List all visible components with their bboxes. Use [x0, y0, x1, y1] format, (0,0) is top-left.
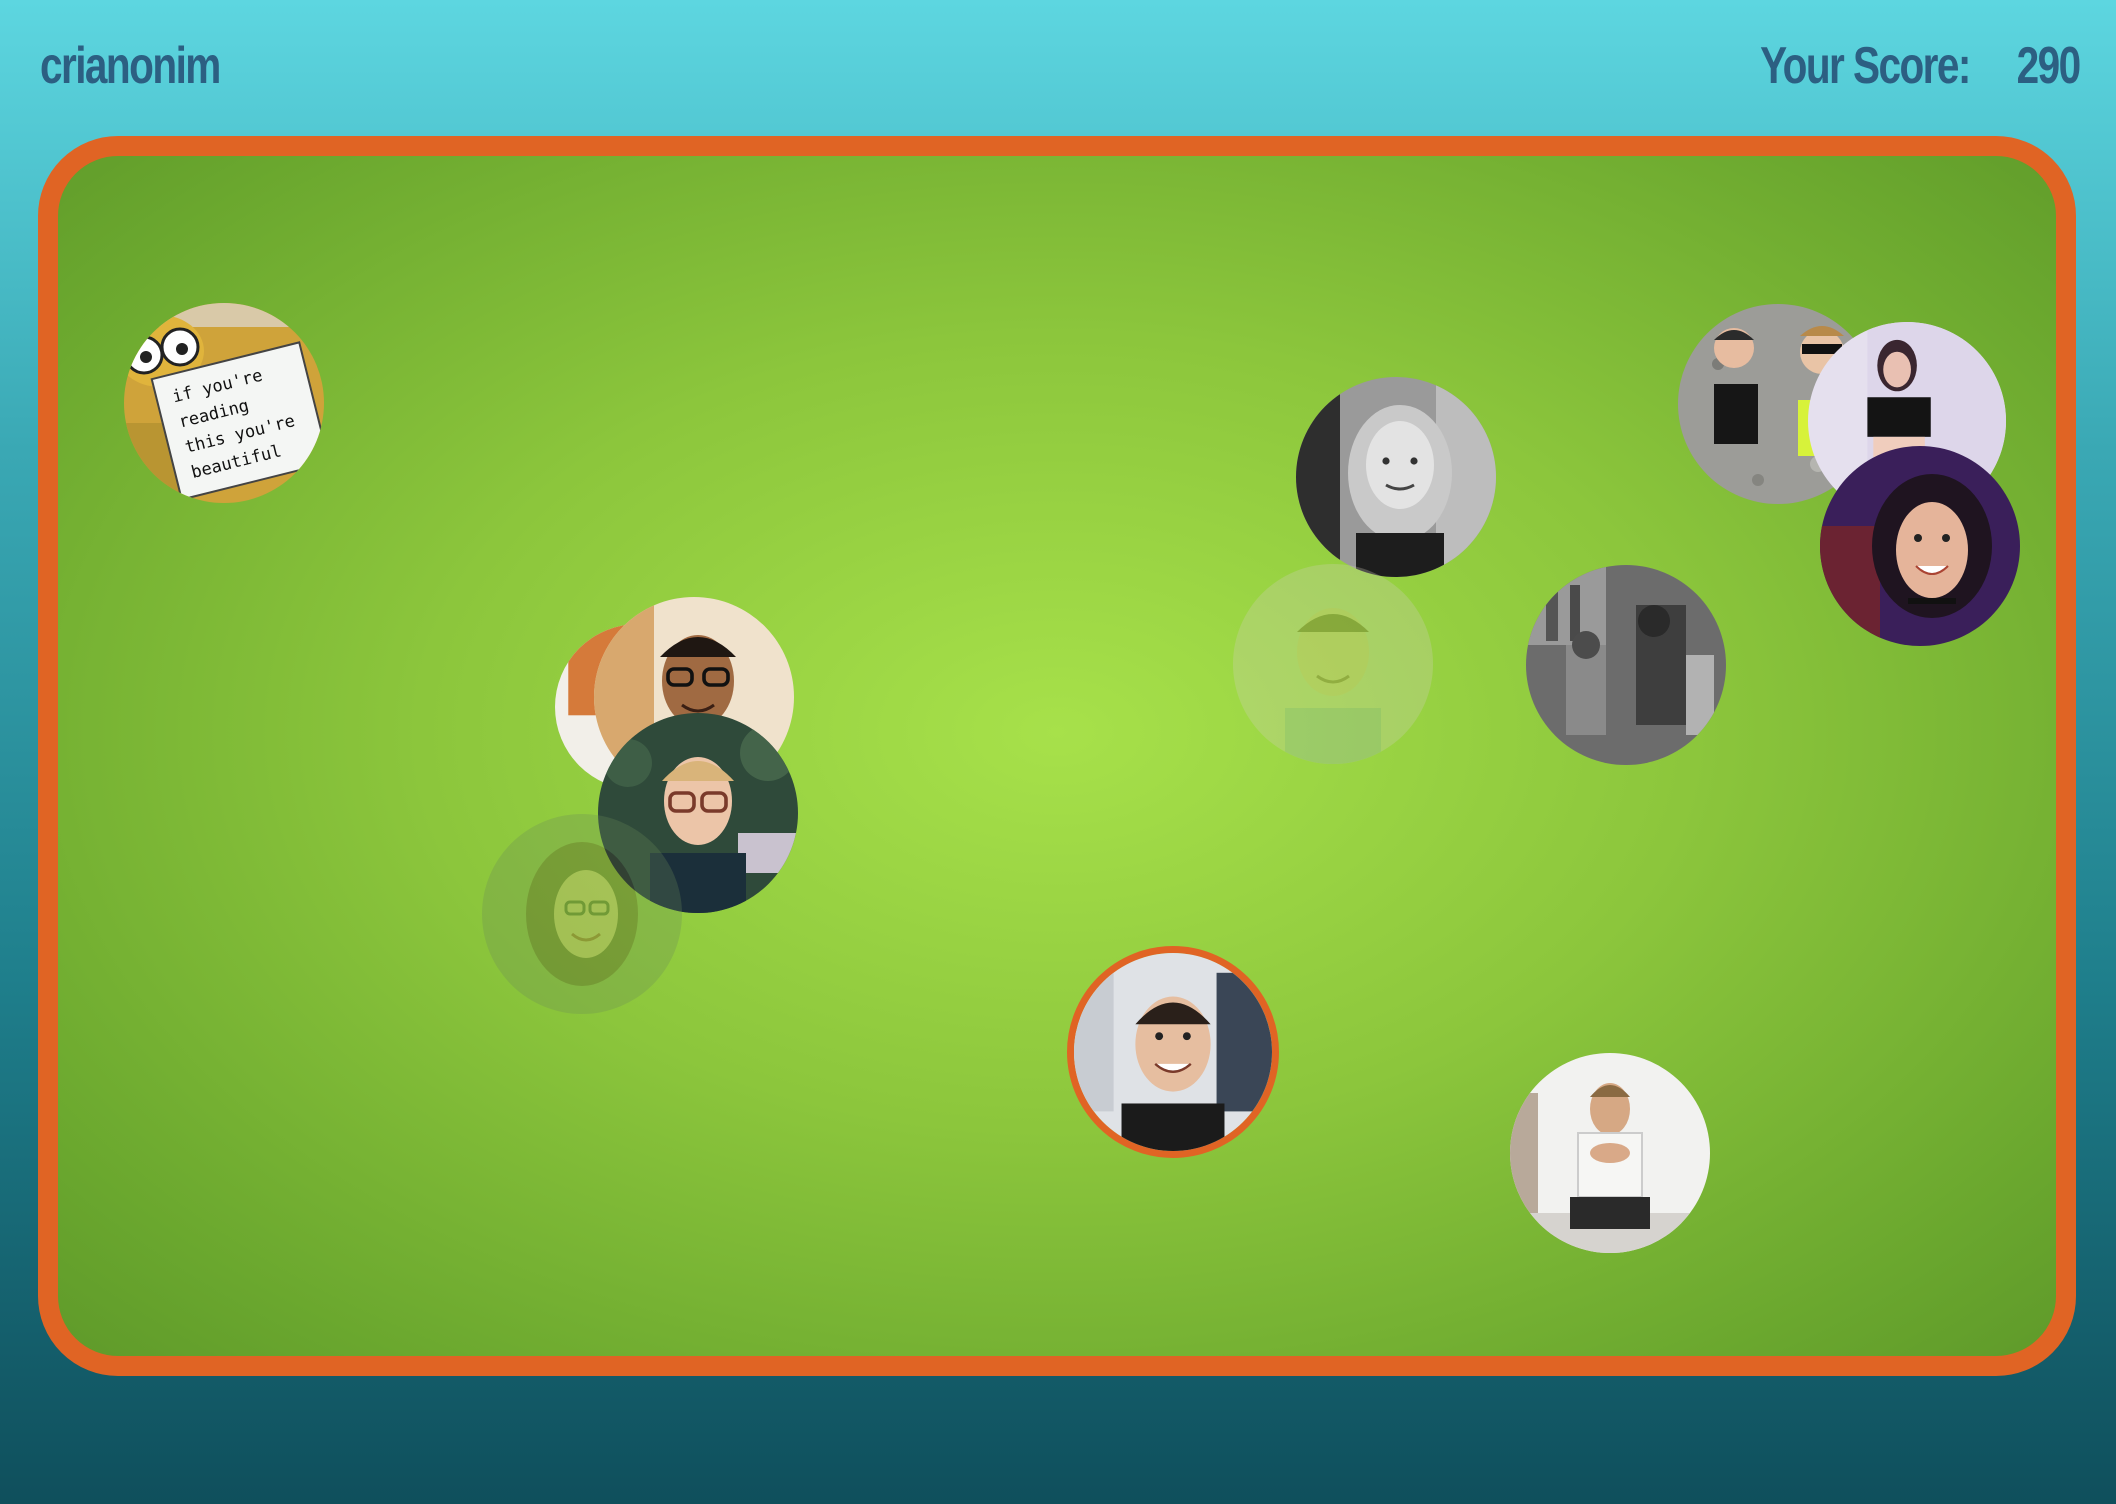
- avatar-street-bw[interactable]: [1526, 565, 1726, 765]
- avatar-man-smiling[interactable]: [1067, 946, 1279, 1158]
- score-label: Your Score:: [1760, 37, 1971, 95]
- score-value: 290: [2017, 37, 2082, 95]
- avatar-woman-faded[interactable]: [482, 814, 682, 1014]
- avatar-woman-smiling[interactable]: [1820, 446, 2020, 646]
- avatar-sign-cartoon[interactable]: if you're reading this you're beautiful: [124, 303, 324, 503]
- username-label: crianonim: [40, 37, 221, 95]
- score-display: Your Score: 290: [1760, 30, 2082, 102]
- avatar-woman-bw[interactable]: [1296, 377, 1496, 577]
- avatar-man-sitting[interactable]: [1510, 1053, 1710, 1253]
- game-board[interactable]: if you're reading this you're beautiful: [38, 136, 2076, 1376]
- avatar-man-faded[interactable]: [1233, 564, 1433, 764]
